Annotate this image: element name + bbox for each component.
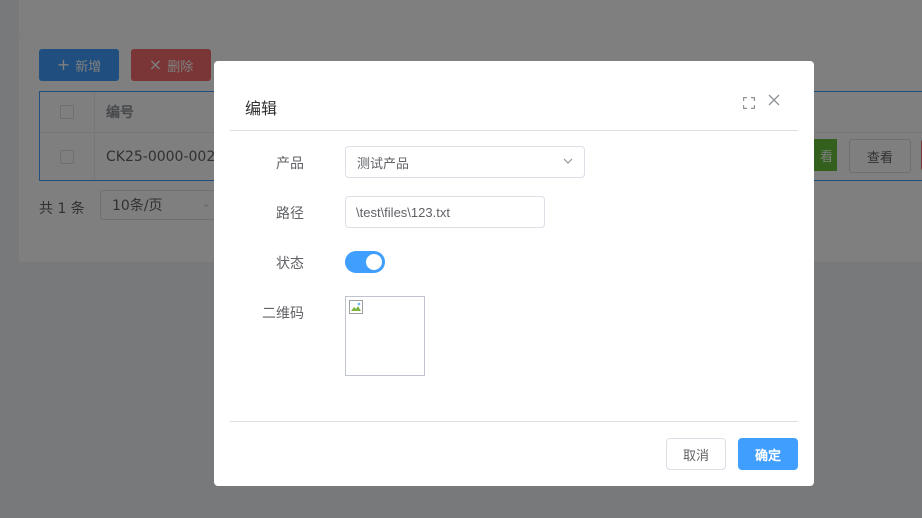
confirm-button-label: 确定 xyxy=(754,448,781,464)
path-input[interactable]: \test\files\123.txt xyxy=(345,196,545,228)
cancel-button[interactable]: 取消 xyxy=(666,438,726,470)
cancel-button-label: 取消 xyxy=(682,448,709,464)
qrcode-image xyxy=(345,296,425,376)
close-icon[interactable] xyxy=(767,94,781,108)
status-switch[interactable] xyxy=(345,251,385,273)
status-label: 状态 xyxy=(276,256,304,272)
fullscreen-icon[interactable] xyxy=(743,97,755,109)
chevron-down-icon xyxy=(562,155,574,167)
qrcode-label: 二维码 xyxy=(262,306,304,322)
dialog-footer-divider xyxy=(230,421,798,422)
product-label: 产品 xyxy=(276,156,304,172)
dialog-title: 编辑 xyxy=(245,99,278,118)
edit-dialog: 编辑 产品 测试产品 路径 \test\files\123.txt 状态 二维码 xyxy=(214,61,814,486)
product-select[interactable]: 测试产品 xyxy=(345,146,585,178)
path-input-value: \test\files\123.txt xyxy=(356,204,450,220)
dialog-header-divider xyxy=(230,130,798,131)
confirm-button[interactable]: 确定 xyxy=(738,438,798,470)
product-select-value: 测试产品 xyxy=(357,156,410,172)
broken-image-icon xyxy=(349,300,363,314)
path-label: 路径 xyxy=(276,206,304,222)
switch-knob xyxy=(366,254,382,270)
